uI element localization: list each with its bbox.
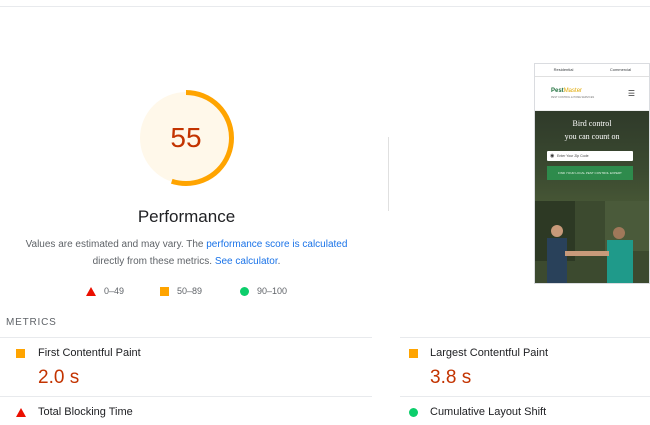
preview-hero: Bird control you can count on ◉ Enter Yo… [535,111,649,283]
orange-square-icon [160,286,169,296]
performance-title: Performance [137,207,236,226]
metric-lcp-value: 3.8 s [430,367,472,388]
average-square-icon [16,349,25,358]
legend-pass: 90–100 [240,286,287,296]
legend-average-label: 50–89 [177,286,203,296]
hamburger-menu-icon: ☰ [627,89,635,98]
score-note-line-1: Values are estimated and may vary. The p… [0,239,373,250]
metrics-divider-right [400,337,650,338]
preview-zip-placeholder: Enter Your Zip Code [557,154,589,158]
location-pin-icon: ◉ [550,153,555,159]
note-suffix: . [277,256,281,267]
logo-main: Pest [551,88,564,94]
metric-lcp-name: Largest Contentful Paint [430,347,549,359]
red-triangle-icon [86,286,96,296]
preview-zip-input: ◉ Enter Your Zip Code [547,151,633,161]
metric-fcp-value: 2.0 s [38,367,80,388]
metrics-divider-left [0,337,372,338]
metric-tbt-name: Total Blocking Time [38,406,133,418]
score-calculation-link[interactable]: performance score is calculated [206,239,347,250]
preview-tabs: Residential Commercial [535,64,649,77]
green-circle-icon [240,286,249,296]
metric-cls-name: Cumulative Layout Shift [430,406,547,418]
preview-hero-photo [535,201,649,283]
pass-circle-icon [409,408,418,417]
fail-triangle-icon [16,408,26,417]
top-divider [0,6,650,7]
preview-cta-button: FIND YOUR LOCAL PEST CONTROL EXPERT [547,166,633,180]
average-square-icon [409,349,418,358]
preview-tab-residential: Residential [553,67,574,72]
preview-tagline: PEST CONTROL & HOME SERVICES [551,96,595,99]
preview-logo: PestMaster [551,88,582,94]
metrics-heading: METRICS [6,317,57,328]
legend-fail: 0–49 [86,286,124,296]
note-prefix: Values are estimated and may vary. The [25,239,207,250]
preview-headline-1: Bird control [572,119,612,128]
preview-header: PestMaster PEST CONTROL & HOME SERVICES … [535,77,649,111]
see-calculator-link[interactable]: See calculator [215,256,278,267]
legend-average: 50–89 [160,286,202,296]
note-middle: directly from these metrics. [92,256,215,267]
legend-pass-label: 90–100 [257,286,288,296]
metrics-divider-right-2 [400,396,650,397]
metric-fcp-name: First Contentful Paint [38,347,141,359]
score-note-line-2: directly from these metrics. See calcula… [0,256,373,267]
metrics-divider-left-2 [0,396,372,397]
performance-score: 55 [170,122,202,153]
preview-tab-commercial: Commercial [609,67,632,72]
legend-fail-label: 0–49 [104,286,125,296]
preview-headline-2: you can count on [564,132,620,141]
vertical-divider [388,137,389,211]
page-screenshot-preview[interactable]: Residential Commercial PestMaster PEST C… [534,63,650,284]
logo-sub: Master [563,88,583,94]
